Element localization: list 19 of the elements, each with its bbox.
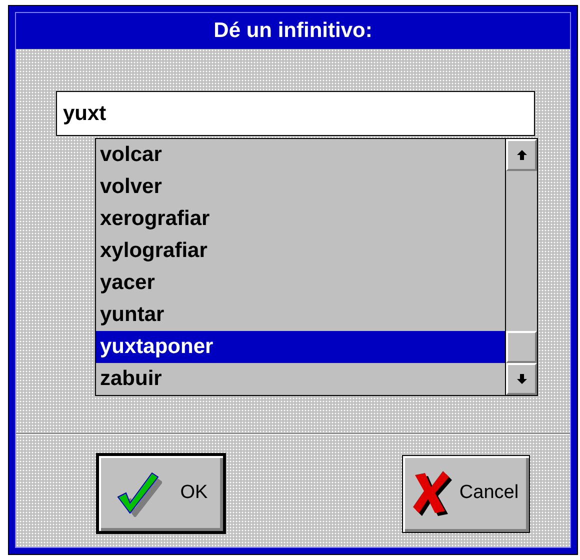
scroll-thumb[interactable] — [506, 331, 537, 363]
ok-button[interactable]: OK — [96, 453, 226, 534]
list-box[interactable]: volcar volver xerografiar xylografiar yacer yuntar yuxtaponer zabuir — [95, 138, 538, 396]
list-item[interactable]: yuntar — [96, 299, 505, 331]
list-item[interactable]: volver — [96, 171, 505, 203]
x-icon — [413, 470, 454, 516]
down-arrow-icon — [516, 373, 528, 385]
input-field[interactable]: yuxt — [56, 91, 535, 136]
up-arrow-icon — [516, 149, 528, 161]
list-item[interactable]: xerografiar — [96, 203, 505, 235]
list-item[interactable]: yuxtaponer — [96, 331, 505, 363]
list-item[interactable]: zabuir — [96, 363, 505, 395]
scroll-up-button[interactable] — [506, 139, 537, 171]
cancel-button[interactable]: Cancel — [402, 454, 530, 532]
scrollbar[interactable] — [505, 139, 537, 395]
scroll-down-button[interactable] — [506, 363, 537, 395]
list-item[interactable]: volcar — [96, 139, 505, 171]
list-item[interactable]: yacer — [96, 267, 505, 299]
list-item[interactable]: xylografiar — [96, 235, 505, 267]
